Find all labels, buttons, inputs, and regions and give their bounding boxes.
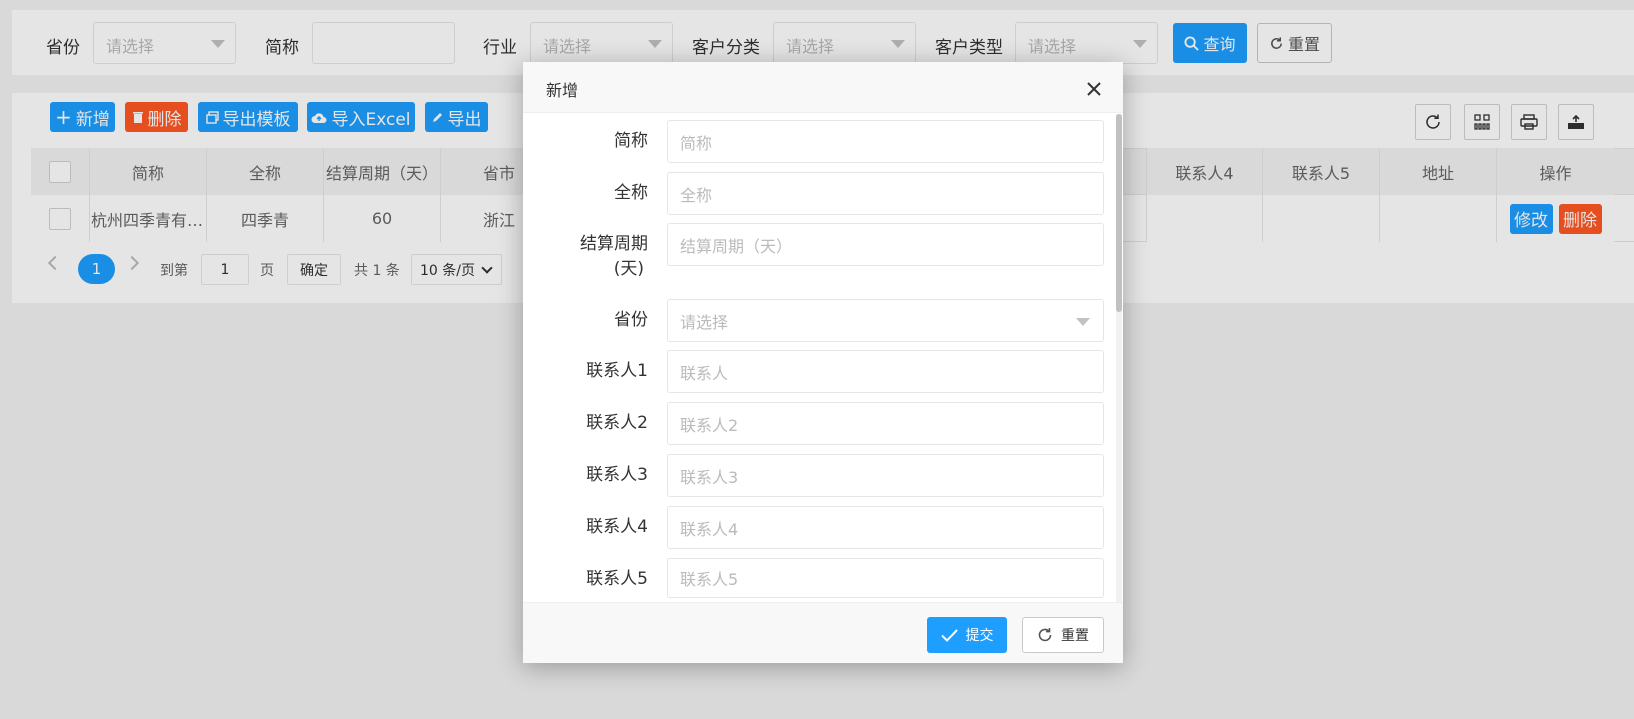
form-contact4-input[interactable]: 联系人4 [667,506,1104,549]
form-contact5-placeholder: 联系人5 [680,570,739,589]
scrollbar-thumb[interactable] [1116,114,1122,312]
form-contact3-label: 联系人3 [586,465,648,485]
form-full-placeholder: 全称 [680,185,713,205]
form-contact2-input[interactable]: 联系人2 [667,402,1104,445]
check-icon [940,628,958,642]
form-province-select[interactable]: 请选择 [667,299,1104,342]
submit-button[interactable]: 提交 [927,617,1007,653]
dialog-title: 新增 [546,81,579,100]
form-full-label: 全称 [614,183,648,203]
form-full-input[interactable]: 全称 [667,172,1104,215]
close-icon[interactable] [1086,81,1102,97]
form-contact3-input[interactable]: 联系人3 [667,454,1104,497]
dialog-header: 新增 [523,62,1123,113]
form-contact1-label: 联系人1 [586,361,648,381]
form-period-label-line1: 结算周期 [580,234,648,254]
dialog-scrollbar[interactable] [1116,114,1122,602]
form-period-input[interactable]: 结算周期（天） [667,223,1104,266]
form-contact2-label: 联系人2 [586,413,648,433]
dialog-footer: 提交 重置 [523,602,1123,663]
form-contact3-placeholder: 联系人3 [680,467,739,487]
form-reset-label: 重置 [1061,628,1089,644]
form-province-placeholder: 请选择 [680,312,729,332]
form-province-label: 省份 [614,310,648,330]
form-reset-button[interactable]: 重置 [1022,617,1104,653]
form-contact1-input[interactable]: 联系人 [667,350,1104,393]
form-short-placeholder: 简称 [680,133,713,153]
form-period-placeholder: 结算周期（天） [680,236,793,256]
submit-label: 提交 [965,628,994,644]
form-contact4-label: 联系人4 [586,517,648,537]
refresh-icon [1038,628,1052,642]
form-short-label: 简称 [614,131,648,151]
chevron-down-icon [1076,318,1090,326]
form-contact2-placeholder: 联系人2 [680,415,739,435]
form-period-label-line2: (天) [613,259,644,279]
form-contact4-placeholder: 联系人4 [680,519,739,539]
form-contact5-label: 联系人5 [586,569,648,589]
form-contact5-input[interactable]: 联系人5 [667,558,1104,598]
add-dialog: 新增 简称 简称 全称 全称 结算周期 (天) 结算周期（天） 省份 请选择 联… [523,62,1123,663]
form-short-input[interactable]: 简称 [667,120,1104,163]
form-contact1-placeholder: 联系人 [680,363,729,383]
